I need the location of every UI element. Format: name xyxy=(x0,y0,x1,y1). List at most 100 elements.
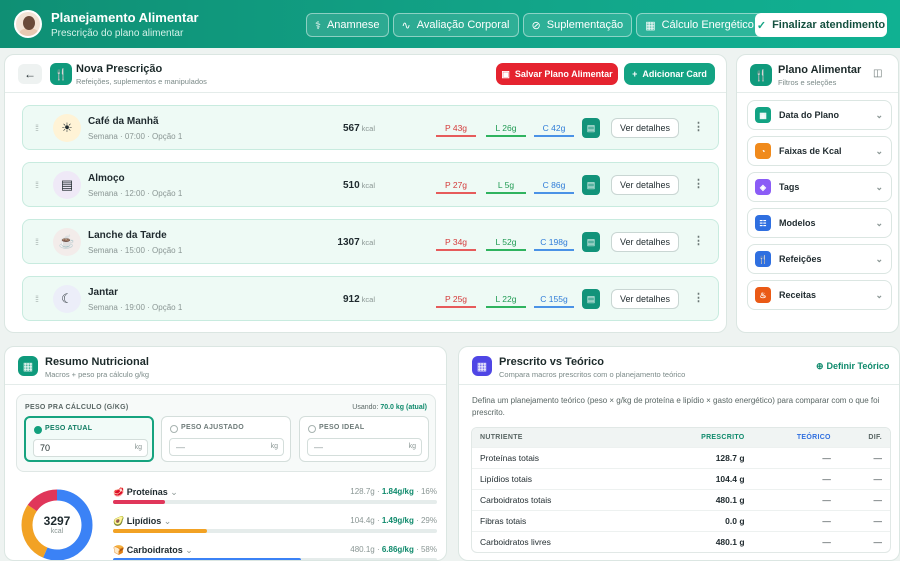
weight-option-adjusted[interactable]: PESO AJUSTADO — kg xyxy=(161,416,291,462)
moon-icon: ☾ xyxy=(53,285,81,313)
chevron-down-icon: ⌄ xyxy=(163,516,172,526)
macro-progress-fill xyxy=(113,529,207,533)
lipid-tag: L 26g xyxy=(486,122,526,137)
meal-card[interactable]: ⁞⁞ ☀ Café da Manhã Semana · 07:00 · Opçã… xyxy=(22,105,719,150)
sun-icon: ☀ xyxy=(53,114,81,142)
sidebar-item[interactable]: 🍴 Refeições ⌄ xyxy=(747,244,892,274)
grid-icon: ▦ xyxy=(18,356,38,376)
nav-anamnese-button[interactable]: ⚕ Anamnese xyxy=(306,13,389,37)
plate-icon: ▤ xyxy=(53,171,81,199)
chevron-down-icon: ⌄ xyxy=(875,109,883,120)
more-vertical-icon[interactable]: ⋮ xyxy=(693,291,704,304)
clipboard-icon[interactable]: ▤ xyxy=(582,175,600,195)
more-vertical-icon[interactable]: ⋮ xyxy=(693,120,704,133)
page-subtitle: Prescrição do plano alimentar xyxy=(51,27,184,39)
chevron-down-icon: ⌄ xyxy=(185,545,193,555)
meal-kcal: 1307 kcal xyxy=(337,237,375,248)
calculator-icon: ▦ xyxy=(645,19,656,32)
grid-icon: ▦ xyxy=(472,356,492,376)
macro-food-icon: 🥑 xyxy=(113,516,125,526)
more-vertical-icon[interactable]: ⋮ xyxy=(693,234,704,247)
plus-icon: + xyxy=(632,69,638,79)
meal-card[interactable]: ⁞⁞ ☕ Lanche da Tarde Semana · 15:00 · Op… xyxy=(22,219,719,264)
chevron-down-icon: ⌄ xyxy=(875,181,883,192)
sidebar-item[interactable]: ▦ Data do Plano ⌄ xyxy=(747,100,892,130)
finalize-button[interactable]: ✓ Finalizar atendimento xyxy=(755,13,887,37)
view-details-button[interactable]: Ver detalhes xyxy=(611,118,679,138)
weight-actual-input[interactable]: 70 kg xyxy=(33,439,148,457)
view-details-button[interactable]: Ver detalhes xyxy=(611,232,679,252)
view-details-button[interactable]: Ver detalhes xyxy=(611,289,679,309)
macro-name[interactable]: 🥩 Proteínas ⌄ xyxy=(113,487,178,498)
macro-progress-bar xyxy=(113,529,437,533)
nav-suplementacao-button[interactable]: ⊘ Suplementação xyxy=(522,13,633,37)
meal-card[interactable]: ⁞⁞ ☾ Jantar Semana · 19:00 · Opção 1 912… xyxy=(22,276,719,321)
macro-progress-bar xyxy=(113,500,437,504)
clipboard-icon[interactable]: ▤ xyxy=(582,118,600,138)
summary-subtitle: Macros + peso pra cálculo g/kg xyxy=(45,370,150,379)
carb-tag: C 198g xyxy=(534,236,574,251)
macro-row: 🍞 Carboidratos ⌄ 480.1g · 6.86g/kg · 58% xyxy=(113,545,437,560)
sidebar-subtitle: Filtros e seleções xyxy=(778,78,837,87)
compare-panel: ▦ Prescrito vs Teórico Compara macros pr… xyxy=(458,346,900,561)
macro-name[interactable]: 🥑 Lipídios ⌄ xyxy=(113,516,171,527)
protein-tag: P 27g xyxy=(436,179,476,194)
compare-table: NUTRIENTE PRESCRITO TEÓRICO DIF. Proteín… xyxy=(471,427,891,553)
view-details-button[interactable]: Ver detalhes xyxy=(611,175,679,195)
plan-sidebar: 🍴 Plano Alimentar Filtros e seleções ◫ ▦… xyxy=(736,54,899,333)
chevron-down-icon: ⌄ xyxy=(875,145,883,156)
back-arrow-icon[interactable]: ← xyxy=(18,64,42,84)
tag-icon: ◈ xyxy=(755,179,771,195)
radio[interactable] xyxy=(308,425,316,433)
macro-food-icon: 🥩 xyxy=(113,487,125,497)
divider xyxy=(5,92,726,93)
macro-name[interactable]: 🍞 Carboidratos ⌄ xyxy=(113,545,193,556)
chef-icon: ♨ xyxy=(755,287,771,303)
drag-handle-icon[interactable]: ⁞⁞ xyxy=(35,180,39,190)
protein-tag: P 43g xyxy=(436,122,476,137)
radio-selected[interactable] xyxy=(34,426,42,434)
protein-tag: P 34g xyxy=(436,236,476,251)
macro-food-icon: 🍞 xyxy=(113,545,125,555)
drag-handle-icon[interactable]: ⁞⁞ xyxy=(35,294,39,304)
meal-card[interactable]: ⁞⁞ ▤ Almoço Semana · 12:00 · Opção 1 510… xyxy=(22,162,719,207)
clipboard-icon[interactable]: ▤ xyxy=(582,232,600,252)
sidebar-item[interactable]: ◈ Tags ⌄ xyxy=(747,172,892,202)
check-circle-icon: ✓ xyxy=(756,19,767,32)
chevron-down-icon: ⌄ xyxy=(875,217,883,228)
utensils-icon: 🍴 xyxy=(755,251,771,267)
weight-selector: PESO PRA CÁLCULO (G/KG) Usando: 70.0 kg … xyxy=(16,394,436,472)
avatar[interactable] xyxy=(14,10,42,38)
macro-row: 🥩 Proteínas ⌄ 128.7g · 1.84g/kg · 16% xyxy=(113,487,437,511)
chevron-down-icon: ⌄ xyxy=(170,487,178,497)
save-plan-button[interactable]: ▣ Salvar Plano Alimentar xyxy=(496,63,618,85)
meal-kcal: 567 kcal xyxy=(342,123,375,134)
nav-avaliacao-button[interactable]: ∿ Avaliação Corporal xyxy=(392,13,519,37)
clipboard-icon[interactable]: ▤ xyxy=(582,289,600,309)
sidebar-item[interactable]: ☷ Modelos ⌄ xyxy=(747,208,892,238)
weight-option-actual[interactable]: PESO ATUAL 70 kg xyxy=(24,416,154,462)
meal-name: Lanche da Tarde xyxy=(88,230,167,241)
prescription-title: Nova Prescrição xyxy=(76,63,163,75)
weight-ideal-input[interactable]: — kg xyxy=(307,438,422,456)
header-nav: ⚕ Anamnese ∿ Avaliação Corporal ⊘ Suplement… xyxy=(306,13,763,37)
drag-handle-icon[interactable]: ⁞⁞ xyxy=(35,237,39,247)
weight-using: Usando: 70.0 kg (atual) xyxy=(352,404,427,411)
more-vertical-icon[interactable]: ⋮ xyxy=(693,177,704,190)
radio[interactable] xyxy=(170,425,178,433)
define-theoretical-button[interactable]: ⊕ Definir Teórico xyxy=(816,361,889,372)
meal-meta: Semana · 15:00 · Opção 1 xyxy=(88,246,183,255)
weight-option-ideal[interactable]: PESO IDEAL — kg xyxy=(299,416,429,462)
table-row: Lipídios totais 104.4 g — — xyxy=(472,468,890,490)
collapse-panel-icon[interactable]: ◫ xyxy=(873,68,882,79)
weight-adjusted-input[interactable]: — kg xyxy=(169,438,284,456)
lipid-tag: L 5g xyxy=(486,179,526,194)
sidebar-item[interactable]: ♨ Receitas ⌄ xyxy=(747,280,892,310)
add-card-button[interactable]: + Adicionar Card xyxy=(624,63,715,85)
prescription-panel: ← 🍴 Nova Prescrição Refeições, suplement… xyxy=(4,54,727,333)
sidebar-item[interactable]: ◔ Faixas de Kcal ⌄ xyxy=(747,136,892,166)
table-row: Proteínas totais 128.7 g — — xyxy=(472,447,890,469)
drag-handle-icon[interactable]: ⁞⁞ xyxy=(35,123,39,133)
nav-calculo-button[interactable]: ▦ Cálculo Energético xyxy=(636,13,763,37)
macro-progress-fill xyxy=(113,500,165,504)
